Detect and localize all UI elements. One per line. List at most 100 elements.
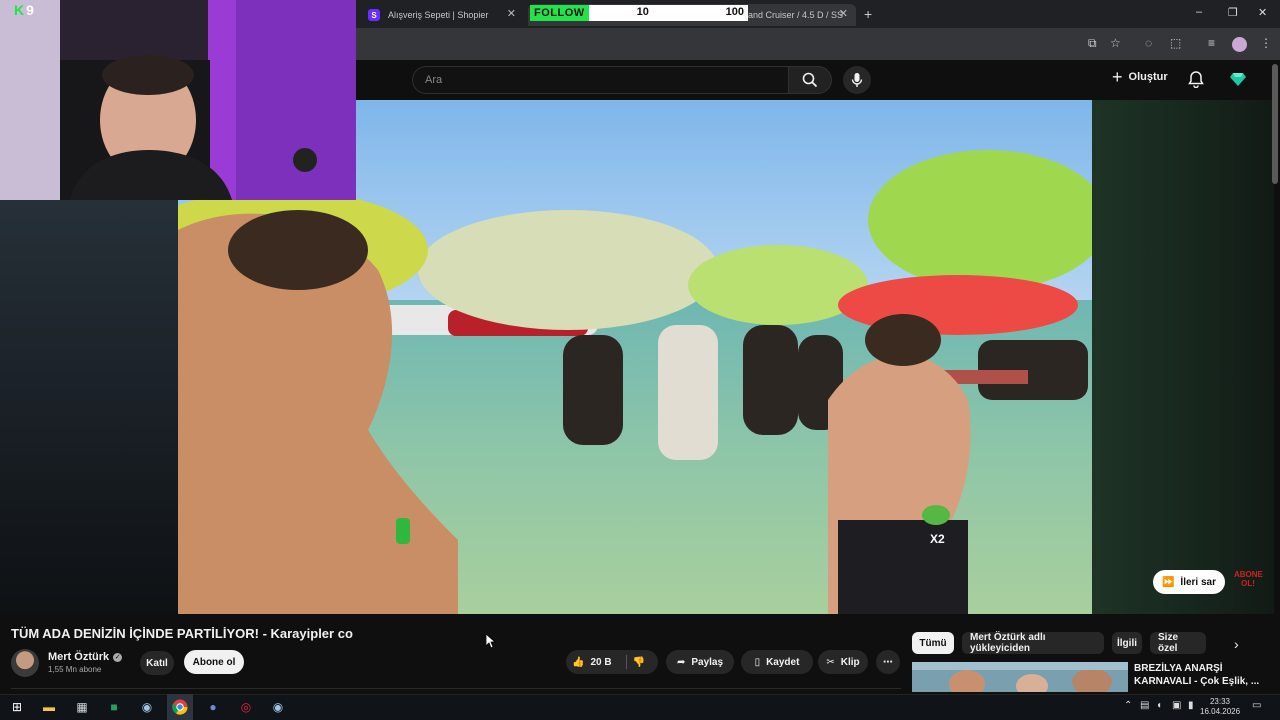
chip-from-uploader[interactable]: Mert Öztürk adlı yükleyiciden <box>962 632 1104 654</box>
ambient-glow-panel <box>1092 100 1274 614</box>
follow-goal-overlay: FOLLOW 10 100 <box>530 5 748 21</box>
like-count[interactable]: 20 B <box>590 657 611 668</box>
sticker-overlay-text: X2 <box>930 532 945 546</box>
skip-forward-button[interactable]: ⏩ İleri sar <box>1153 570 1225 594</box>
save-button[interactable]: ▯ Kaydet <box>741 650 813 674</box>
create-label: Oluştur <box>1128 71 1168 83</box>
voice-search-button[interactable] <box>843 66 871 94</box>
search-icon <box>802 72 818 88</box>
install-app-icon[interactable]: ⧉ <box>1088 36 1097 51</box>
webcam-image <box>0 0 356 200</box>
media-control-icon[interactable]: ≡ <box>1208 36 1215 50</box>
recommendation-thumbnail-image <box>912 662 1128 692</box>
close-tab-icon[interactable]: ✕ <box>507 7 516 20</box>
new-tab-button[interactable]: + <box>864 6 872 22</box>
extensions-puzzle-icon[interactable]: ⬚ <box>1170 36 1181 50</box>
clock-date: 16.04.2026 <box>1200 707 1241 716</box>
profile-avatar[interactable] <box>1232 37 1247 52</box>
recommendation-title[interactable]: BREZİLYA ANARŞİ KARNAVALI - Çok Eşlik, .… <box>1134 662 1274 688</box>
notifications-button[interactable] <box>1188 70 1204 93</box>
tray-mic-icon[interactable]: ▮ <box>1188 700 1194 711</box>
like-divider <box>625 655 627 669</box>
chrome-icon[interactable] <box>171 698 189 716</box>
extension-icon[interactable]: ◌ <box>1145 36 1152 50</box>
screen: S Alışveriş Sepeti | Shopier ✕ and Cruis… <box>0 0 1280 720</box>
thumbs-down-icon[interactable]: 👎 <box>633 657 645 668</box>
stream-logo-k: K <box>14 2 25 18</box>
clock-time: 23:33 <box>1209 697 1231 706</box>
bell-icon <box>1188 71 1204 89</box>
follow-goal-target: 100 <box>725 6 744 18</box>
taskbar-clock[interactable]: 23:33 16.04.2026 <box>1200 697 1240 717</box>
clip-button[interactable]: ✂ Klip <box>818 650 868 674</box>
follow-goal-label: FOLLOW <box>530 5 589 21</box>
windows-start-icon[interactable]: ⊞ <box>8 698 26 716</box>
channel-name[interactable]: Mert Öztürk <box>48 651 109 663</box>
thumbs-up-icon[interactable]: 👍 <box>572 657 584 668</box>
search-input[interactable] <box>413 67 790 93</box>
clip-label: Klip <box>840 656 860 668</box>
chip-all[interactable]: Tümü <box>912 632 954 654</box>
description-divider <box>11 688 901 689</box>
discord-icon[interactable]: ● <box>204 698 222 716</box>
share-label: Paylaş <box>691 656 724 668</box>
subscribe-button[interactable]: Abone ol <box>184 650 244 674</box>
browser-menu-icon[interactable]: ⋮ <box>1260 36 1272 50</box>
subscribe-sticker-line2: OL! <box>1241 579 1255 588</box>
chip-for-you[interactable]: Size özel <box>1150 632 1206 654</box>
channel-avatar[interactable] <box>11 649 39 677</box>
follow-goal-current: 10 <box>636 6 649 18</box>
file-explorer-icon[interactable]: ▬ <box>40 698 58 716</box>
more-icon: ⋯ <box>883 656 893 668</box>
share-icon: ➦ <box>676 656 686 668</box>
create-button[interactable]: + Oluştur <box>1112 67 1168 87</box>
search-box <box>412 66 790 94</box>
save-label: Kaydet <box>766 656 800 668</box>
recommendation-title-line1: BREZİLYA ANARŞİ <box>1134 663 1223 674</box>
tray-volume-icon[interactable]: ◖ <box>1156 700 1162 711</box>
obs-recorder-icon[interactable]: ◎ <box>237 698 255 716</box>
ambient-side-panel <box>0 200 178 614</box>
premium-gem-icon[interactable] <box>1230 71 1246 87</box>
tray-network-icon[interactable]: ▤ <box>1140 700 1149 711</box>
steam-second-icon[interactable]: ◉ <box>269 698 287 716</box>
chevron-right-icon[interactable]: › <box>1234 636 1239 652</box>
minimize-button[interactable]: – <box>1196 6 1202 18</box>
close-tab-icon[interactable]: ✕ <box>839 7 848 20</box>
tray-chevron-up-icon[interactable]: ⌃ <box>1124 700 1132 711</box>
steam-icon[interactable]: ◉ <box>138 698 156 716</box>
bookmark-star-icon[interactable]: ☆ <box>1110 36 1121 50</box>
microphone-icon <box>851 73 863 87</box>
verified-icon: ✓ <box>113 652 123 662</box>
search-button[interactable] <box>788 66 832 94</box>
calculator-icon[interactable]: ▦ <box>73 698 91 716</box>
webcam-overlay: K 9 <box>0 0 356 200</box>
subscriber-count: 1,55 Mn abone <box>48 665 102 674</box>
close-window-button[interactable]: ✕ <box>1258 6 1267 19</box>
bookmark-icon: ▯ <box>754 656 761 668</box>
join-label: Katıl <box>146 657 168 669</box>
maximize-button[interactable]: ❐ <box>1228 6 1238 19</box>
page-scrollbar[interactable] <box>1272 64 1278 184</box>
excel-icon[interactable]: ■ <box>105 698 123 716</box>
join-button[interactable]: Katıl <box>140 651 174 675</box>
fast-forward-icon: ⏩ <box>1161 576 1175 588</box>
subscribe-sticker: ABONE OL! <box>1234 570 1263 600</box>
recommendation-thumbnail[interactable] <box>912 662 1128 692</box>
more-actions-button[interactable]: ⋯ <box>876 650 900 674</box>
notification-center-icon[interactable]: ▭ <box>1252 700 1261 711</box>
browser-tab-shopier[interactable]: S Alışveriş Sepeti | Shopier ✕ <box>358 4 524 26</box>
scissors-icon: ✂ <box>826 656 835 668</box>
chip-related[interactable]: İlgili <box>1112 632 1142 654</box>
plus-icon: + <box>1112 67 1123 87</box>
tray-device-icon[interactable]: ▣ <box>1172 700 1181 711</box>
skip-forward-label: İleri sar <box>1180 576 1217 588</box>
like-dislike-group: 👍 20 B 👎 <box>566 650 658 674</box>
tab-title: and Cruiser / 4.5 D / SS <box>748 10 844 20</box>
recommendation-title-line2: KARNAVALI - Çok Eşlik, ... <box>1134 676 1260 687</box>
stream-logo: K 9 <box>14 2 34 18</box>
subscribe-sticker-line1: ABONE <box>1234 570 1263 579</box>
share-button[interactable]: ➦ Paylaş <box>666 650 734 674</box>
stream-logo-number: 9 <box>26 2 34 18</box>
video-title: TÜM ADA DENİZİN İÇİNDE PARTİLİYOR! - Kar… <box>11 626 353 641</box>
